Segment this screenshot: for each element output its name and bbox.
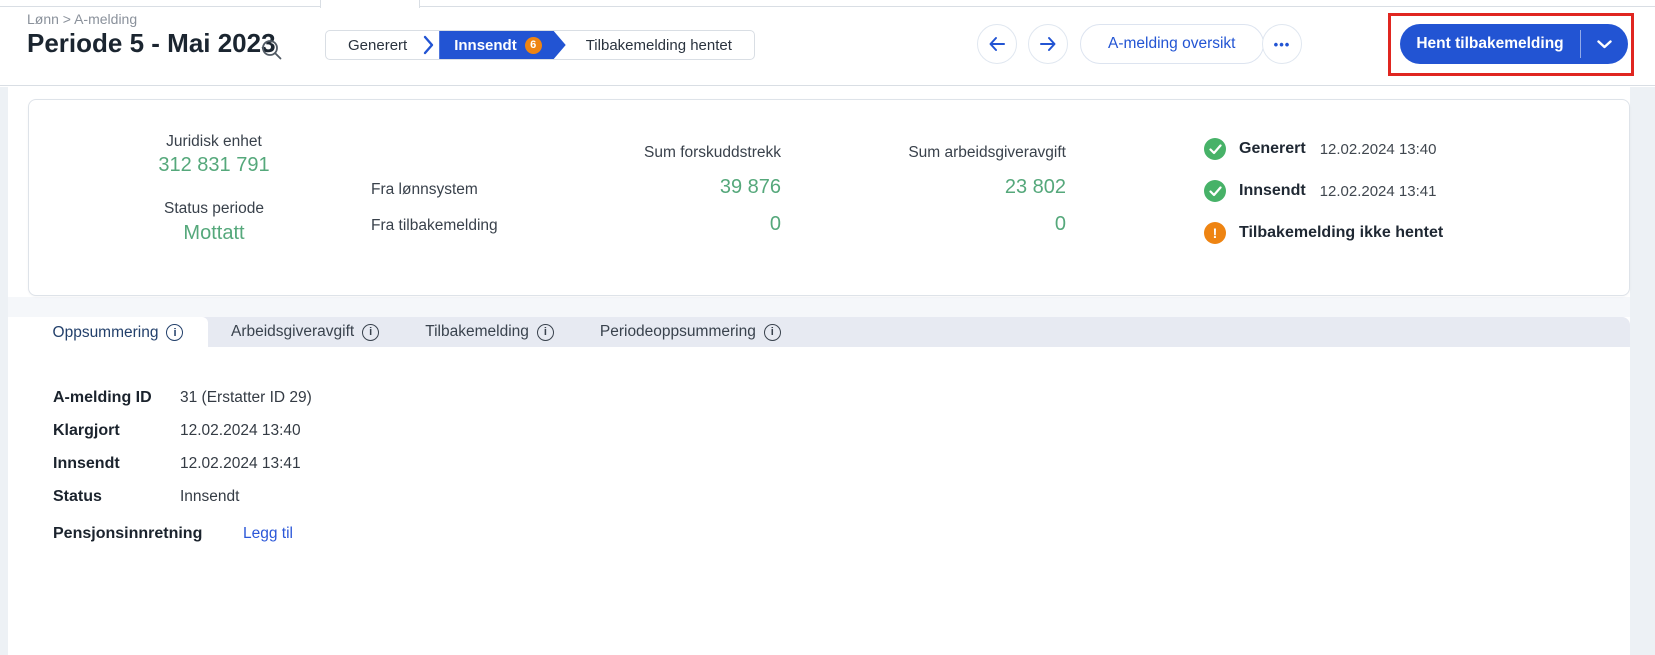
info-icon[interactable] [166, 324, 183, 341]
period-status-value: Mottatt [84, 222, 344, 245]
arbeidsgiveravgift-lonnsystem-value: 23 802 [844, 176, 1066, 199]
detail-value: 12.02.2024 13:41 [180, 455, 301, 473]
info-icon[interactable] [362, 324, 379, 341]
forskuddstrekk-tilbakemelding-value: 0 [559, 213, 781, 236]
forskuddstrekk-lonnsystem-value: 39 876 [559, 176, 781, 199]
amelding-overview-button[interactable]: A-melding oversikt [1080, 24, 1264, 64]
hent-tilbakemelding-button[interactable]: Hent tilbakemelding [1400, 24, 1628, 64]
chevron-down-icon [1597, 40, 1612, 49]
row-label-lonnsystem: Fra lønnsystem [371, 181, 478, 199]
row-label-tilbakemelding: Fra tilbakemelding [371, 217, 498, 235]
tab-periodeoppsummering[interactable]: Periodeoppsummering [577, 317, 804, 347]
tab-oppsummering[interactable]: Oppsummering [28, 317, 208, 348]
arbeidsgiveravgift-tilbakemelding-value: 0 [844, 213, 1066, 236]
ellipsis-icon: ••• [1274, 37, 1291, 52]
top-tab-notch [320, 0, 420, 8]
column-header-forskuddstrekk: Sum forskuddstrekk [559, 144, 781, 162]
page-header: Lønn > A-melding Periode 5 - Mai 2023 Ge… [0, 0, 1655, 86]
event-generert: Generert 12.02.2024 13:40 [1204, 137, 1436, 161]
detail-label: A-melding ID [53, 389, 180, 407]
amelding-overview-label: A-melding oversikt [1108, 35, 1236, 53]
detail-label: Pensjonsinnretning [53, 525, 243, 543]
info-icon[interactable] [537, 324, 554, 341]
more-actions-button[interactable]: ••• [1262, 24, 1302, 64]
hent-tilbakemelding-label[interactable]: Hent tilbakemelding [1400, 24, 1580, 64]
status-stepper: Generert Innsendt 6 Tilbakemelding hente… [325, 30, 755, 60]
page-title: Periode 5 - Mai 2023 [27, 28, 276, 59]
left-gutter [0, 87, 8, 655]
card-gap-band [8, 297, 1630, 317]
tab-tilbakemelding-label: Tilbakemelding [425, 323, 529, 341]
previous-period-button[interactable] [977, 24, 1017, 64]
period-status-label: Status periode [84, 200, 344, 218]
hent-tilbakemelding-dropdown[interactable] [1581, 24, 1628, 64]
step-generert-label: Generert [348, 37, 407, 54]
top-tab-edge [0, 0, 1655, 7]
detail-label: Klargjort [53, 422, 180, 440]
step-tilbakemelding-hentet[interactable]: Tilbakemelding hentet [566, 31, 754, 59]
detail-row-pensjonsinnretning: Pensjonsinnretning Legg til [53, 524, 1630, 544]
next-period-button[interactable] [1028, 24, 1068, 64]
tab-tilbakemelding[interactable]: Tilbakemelding [402, 317, 577, 347]
chevron-right-icon [423, 31, 439, 59]
step-innsendt[interactable]: Innsendt 6 [439, 31, 566, 59]
event-innsendt-label: Innsendt [1239, 182, 1306, 200]
step-generert[interactable]: Generert [326, 31, 423, 59]
event-tilbakemelding-ikke-hentet: ! Tilbakemelding ikke hentet [1204, 221, 1443, 245]
detail-value: 31 (Erstatter ID 29) [180, 389, 312, 407]
arrow-right-icon [1037, 33, 1059, 55]
detail-row-amelding-id: A-melding ID 31 (Erstatter ID 29) [53, 388, 1630, 408]
detail-label: Innsendt [53, 455, 180, 473]
event-generert-label: Generert [1239, 140, 1306, 158]
legg-til-link[interactable]: Legg til [243, 525, 293, 543]
detail-row-innsendt: Innsendt 12.02.2024 13:41 [53, 454, 1630, 474]
step-innsendt-label: Innsendt [454, 37, 517, 54]
breadcrumb: Lønn > A-melding [27, 11, 137, 27]
tab-bar: Oppsummering Arbeidsgiveravgift Tilbakem… [28, 317, 1630, 347]
step-innsendt-badge: 6 [525, 37, 542, 54]
event-generert-time: 12.02.2024 13:40 [1320, 141, 1437, 158]
detail-value: 12.02.2024 13:40 [180, 422, 301, 440]
period-summary-card: Juridisk enhet 312 831 791 Status period… [28, 99, 1630, 296]
tab-arbeidsgiveravgift-label: Arbeidsgiveravgift [231, 323, 354, 341]
warning-icon: ! [1204, 222, 1226, 244]
right-gutter [1630, 87, 1655, 655]
search-icon[interactable] [260, 38, 284, 62]
tab-periodeoppsummering-label: Periodeoppsummering [600, 323, 756, 341]
legal-entity-value: 312 831 791 [84, 154, 344, 177]
detail-value: Innsendt [180, 488, 239, 506]
tab-arbeidsgiveravgift[interactable]: Arbeidsgiveravgift [208, 317, 402, 347]
event-innsendt: Innsendt 12.02.2024 13:41 [1204, 179, 1436, 203]
oppsummering-panel: A-melding ID 31 (Erstatter ID 29) Klargj… [28, 347, 1630, 655]
tab-oppsummering-label: Oppsummering [53, 324, 159, 342]
detail-label: Status [53, 488, 180, 506]
event-tilbakemelding-label: Tilbakemelding ikke hentet [1239, 224, 1443, 242]
check-icon [1204, 180, 1226, 202]
detail-row-klargjort: Klargjort 12.02.2024 13:40 [53, 421, 1630, 441]
step-tilbakemelding-label: Tilbakemelding hentet [586, 37, 732, 54]
legal-entity-label: Juridisk enhet [84, 133, 344, 151]
arrow-left-icon [986, 33, 1008, 55]
detail-row-status: Status Innsendt [53, 487, 1630, 507]
info-icon[interactable] [764, 324, 781, 341]
column-header-arbeidsgiveravgift: Sum arbeidsgiveravgift [844, 144, 1066, 162]
check-icon [1204, 138, 1226, 160]
event-innsendt-time: 12.02.2024 13:41 [1320, 183, 1437, 200]
